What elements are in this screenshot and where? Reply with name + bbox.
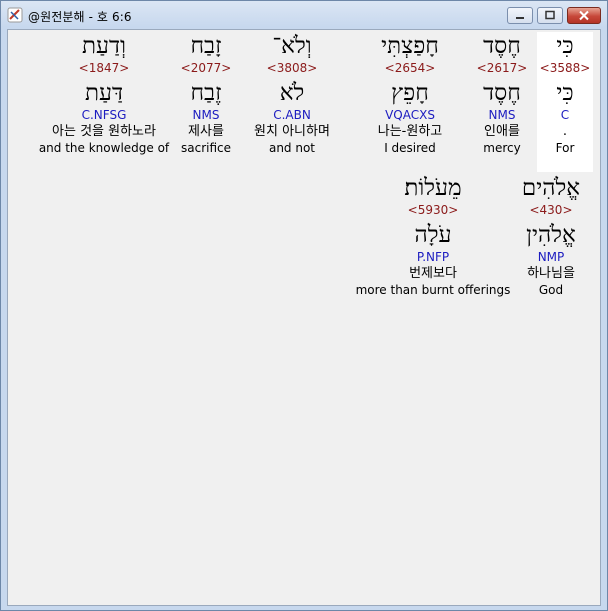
word-block[interactable]: מֵעֹלוֹת׃ <5930> עֹלָה P.NFP 번제보다 more t… bbox=[354, 174, 512, 314]
hebrew-root: לֹא bbox=[279, 80, 305, 106]
word-block[interactable]: זָבַח <2077> זֶבַח NMS 제사를 sacrifice bbox=[173, 32, 239, 172]
morphology-code: C.NFSG bbox=[81, 108, 127, 122]
morphology-code: C bbox=[560, 108, 570, 122]
morphology-code: NMS bbox=[192, 108, 220, 122]
hebrew-word: מֵעֹלוֹת׃ bbox=[404, 175, 462, 201]
word-block[interactable]: אֱלֹהִים <430> אֱלֹהִין NMP 하나님을 God bbox=[510, 174, 592, 314]
close-icon bbox=[579, 10, 589, 21]
english-gloss: God bbox=[538, 283, 564, 297]
word-block[interactable]: חֶסֶד <2617> חֶסֶד NMS 인애를 mercy bbox=[470, 32, 534, 172]
hebrew-root: עֹלָה bbox=[414, 222, 452, 248]
hebrew-root: זֶבַח bbox=[190, 80, 222, 106]
morphology-code: P.NFP bbox=[416, 250, 450, 264]
word-block[interactable]: חָפַצְתִּי <2654> חָפֵץ VQACXS 나는-원하고 I … bbox=[360, 32, 460, 172]
korean-gloss: 인애를 bbox=[484, 124, 520, 139]
english-gloss: For bbox=[555, 141, 575, 155]
morphology-code: NMS bbox=[488, 108, 516, 122]
app-logo-icon bbox=[7, 7, 23, 23]
korean-gloss: 제사를 bbox=[188, 124, 224, 139]
word-block[interactable]: וְדַעַת <1847> דַּעַת C.NFSG 아는 것을 원하노라 … bbox=[31, 32, 177, 172]
hebrew-word: וְדַעַת bbox=[82, 33, 126, 59]
word-block[interactable]: כִּי <3588> כִּי C . For bbox=[537, 32, 593, 172]
maximize-icon bbox=[545, 10, 555, 20]
strong-number: <430> bbox=[529, 203, 573, 217]
hebrew-word: חֶסֶד bbox=[483, 33, 521, 59]
korean-gloss: 하나님을 bbox=[527, 266, 575, 281]
english-gloss: more than burnt offerings bbox=[355, 283, 511, 297]
word-block[interactable]: וְלֹא־ <3808> לֹא C.ABN 원치 아니하며 and not bbox=[240, 32, 344, 172]
window-title: @원전분해 - 호 6:6 bbox=[28, 10, 132, 24]
korean-gloss: 나는-원하고 bbox=[377, 124, 443, 139]
morphology-code: VQACXS bbox=[385, 108, 435, 122]
strong-number: <5930> bbox=[407, 203, 459, 217]
minimize-icon bbox=[516, 17, 524, 19]
hebrew-word: חָפַצְתִּי bbox=[381, 33, 439, 59]
hebrew-root: חֶסֶד bbox=[483, 80, 521, 106]
app-window: @원전분해 - 호 6:6 כִּי <3588> כִּי C . For ח… bbox=[0, 0, 608, 611]
morphology-code: NMP bbox=[537, 250, 565, 264]
korean-gloss: . bbox=[562, 124, 568, 139]
hebrew-word: כִּי bbox=[556, 33, 574, 59]
english-gloss: mercy bbox=[483, 141, 521, 155]
hebrew-root: כִּי bbox=[556, 80, 574, 106]
english-gloss: and the knowledge of bbox=[38, 141, 170, 155]
english-gloss: sacrifice bbox=[180, 141, 231, 155]
strong-number: <2077> bbox=[180, 61, 232, 75]
strong-number: <1847> bbox=[78, 61, 130, 75]
english-gloss: I desired bbox=[384, 141, 436, 155]
hebrew-word: זָבַח bbox=[190, 33, 222, 59]
strong-number: <3808> bbox=[266, 61, 318, 75]
minimize-button[interactable] bbox=[507, 7, 533, 24]
maximize-button[interactable] bbox=[537, 7, 563, 24]
strong-number: <2617> bbox=[476, 61, 528, 75]
title-bar[interactable]: @원전분해 - 호 6:6 bbox=[1, 1, 607, 29]
strong-number: <2654> bbox=[384, 61, 436, 75]
korean-gloss: 아는 것을 원하노라 bbox=[52, 124, 156, 139]
morphology-code: C.ABN bbox=[273, 108, 311, 122]
hebrew-word: וְלֹא־ bbox=[272, 33, 312, 59]
close-button[interactable] bbox=[567, 7, 601, 24]
korean-gloss: 원치 아니하며 bbox=[254, 124, 330, 139]
korean-gloss: 번제보다 bbox=[409, 266, 457, 281]
hebrew-word: אֱלֹהִים bbox=[521, 175, 581, 201]
english-gloss: and not bbox=[268, 141, 316, 155]
hebrew-root: אֱלֹהִין bbox=[526, 222, 576, 248]
hebrew-root: חָפֵץ bbox=[391, 80, 429, 106]
hebrew-root: דַּעַת bbox=[84, 80, 124, 106]
strong-number: <3588> bbox=[539, 61, 591, 75]
analysis-panel: כִּי <3588> כִּי C . For חֶסֶד <2617> חֶ… bbox=[7, 29, 601, 606]
